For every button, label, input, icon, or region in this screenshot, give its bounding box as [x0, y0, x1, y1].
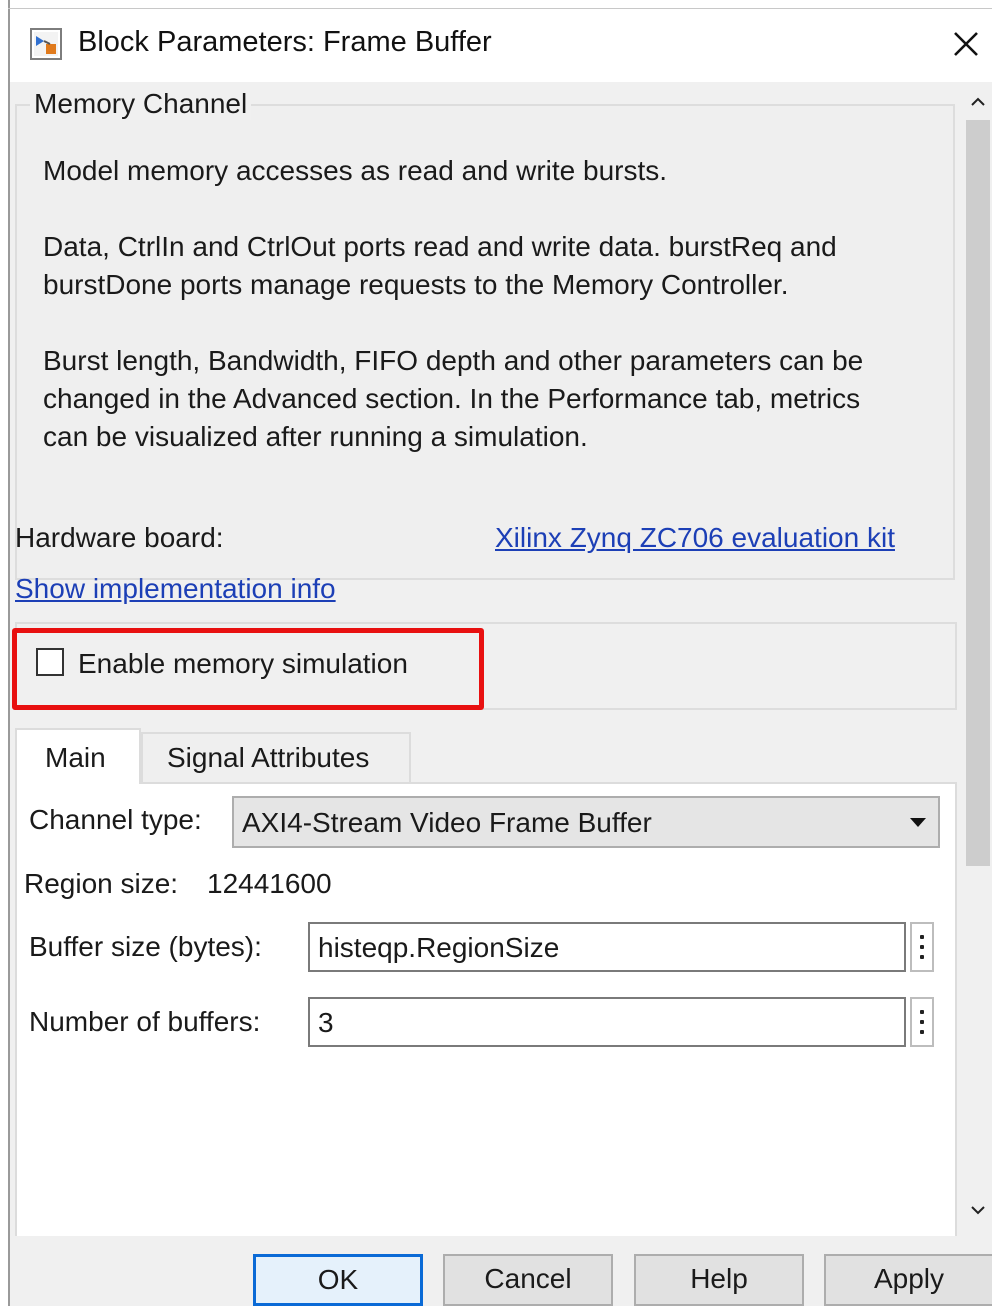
region-size-value: 12441600 [207, 868, 332, 899]
dialog-window: Block Parameters: Frame Buffer Model mem… [0, 0, 992, 1306]
description-line: Model memory accesses as read and write … [43, 155, 668, 186]
scroll-down-icon[interactable] [964, 1196, 992, 1224]
channel-type-dropdown[interactable]: AXI4-Stream Video Frame Buffer [232, 796, 940, 848]
description-line: Data, CtrlIn and CtrlOut ports read and … [43, 231, 837, 262]
number-of-buffers-input[interactable]: 3 [308, 997, 906, 1047]
hardware-board-label: Hardware board: [15, 522, 224, 553]
tab-main[interactable]: Main [15, 728, 141, 784]
scroll-up-icon[interactable] [964, 88, 992, 116]
tab-signal-attributes[interactable]: Signal Attributes [141, 732, 411, 782]
highlight-annotation [12, 628, 484, 710]
channel-type-value: AXI4-Stream Video Frame Buffer [242, 807, 652, 838]
buffer-size-input[interactable]: histeqp.RegionSize [308, 922, 906, 972]
description-line: burstDone ports manage requests to the M… [43, 269, 789, 300]
ok-button[interactable]: OK [253, 1254, 423, 1306]
description-line: can be visualized after running a simula… [43, 421, 588, 452]
dialog-content: Model memory accesses as read and write … [10, 82, 964, 1236]
description-line: Burst length, Bandwidth, FIFO depth and … [43, 345, 864, 376]
buffer-size-more-icon[interactable] [910, 922, 934, 972]
simulink-block-icon [30, 28, 62, 60]
window-title: Block Parameters: Frame Buffer [78, 26, 492, 58]
cancel-button[interactable]: Cancel [443, 1254, 613, 1306]
chevron-down-icon [910, 818, 926, 827]
region-size-label: Region size: [24, 868, 179, 899]
group-title: Memory Channel [30, 88, 252, 120]
hardware-board-link[interactable]: Xilinx Zynq ZC706 evaluation kit [495, 522, 895, 554]
help-button[interactable]: Help [634, 1254, 804, 1306]
close-icon[interactable] [944, 22, 988, 66]
scrollbar-thumb[interactable] [966, 120, 990, 866]
buffer-size-label: Buffer size (bytes): [29, 931, 262, 962]
description-line: changed in the Advanced section. In the … [43, 383, 861, 414]
channel-type-label: Channel type: [29, 804, 202, 835]
show-implementation-info-link[interactable]: Show implementation info [15, 573, 336, 605]
number-of-buffers-more-icon[interactable] [910, 997, 934, 1047]
vertical-scrollbar[interactable] [964, 82, 992, 1236]
memory-channel-group: Model memory accesses as read and write … [15, 104, 955, 580]
apply-button[interactable]: Apply [824, 1254, 992, 1306]
number-of-buffers-label: Number of buffers: [29, 1006, 261, 1037]
window-border-top [8, 8, 992, 9]
